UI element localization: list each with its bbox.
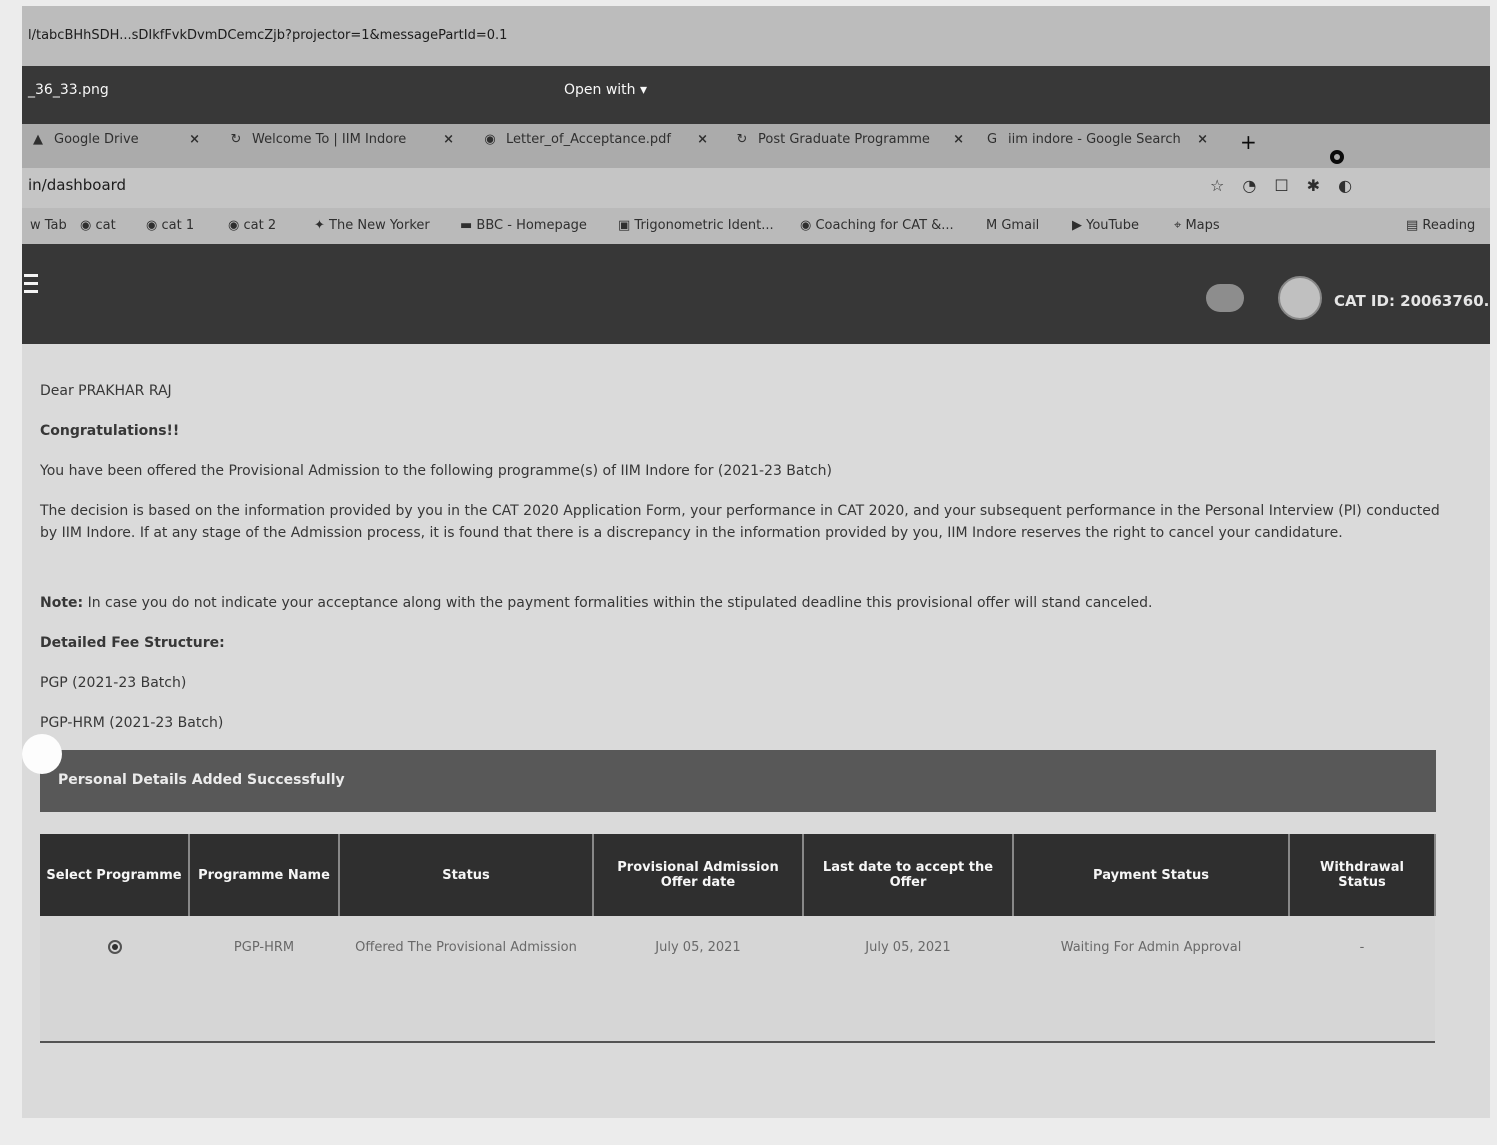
note-text: Note: In case you do not indicate your a… [40, 592, 1440, 614]
drive-icon: ▲ [33, 132, 43, 147]
tab-iim-indore[interactable]: ↻ Welcome To | IIM Indore × [228, 132, 454, 162]
bookmark-item[interactable]: ▶ YouTube [1072, 218, 1139, 233]
screenshot-photocopy: l/tabcBHhSDH...sDIkfFvkDvmDCemcZjb?proje… [22, 6, 1490, 1118]
puzzle-icon[interactable]: ✱ [1307, 176, 1338, 195]
image-viewer-bar: _36_33.png Open with ▾ [22, 66, 1490, 124]
table-row: PGP-HRM Offered The Provisional Admissio… [40, 916, 1435, 1043]
bookmark-item[interactable]: ◉ cat 1 [146, 218, 194, 233]
programme-name-cell: PGP-HRM [189, 916, 339, 1043]
tab-letter-pdf[interactable]: ◉ Letter_of_Acceptance.pdf × [482, 132, 708, 162]
bookmark-item[interactable]: ✦ The New Yorker [314, 218, 430, 233]
close-icon[interactable]: × [189, 132, 200, 147]
window-icon[interactable]: ☐ [1274, 176, 1306, 195]
payment-status-cell: Waiting For Admin Approval [1013, 916, 1289, 1043]
tab-label: Letter_of_Acceptance.pdf [506, 132, 671, 147]
bookmark-item[interactable]: ⌖ Maps [1174, 218, 1220, 233]
globe-icon: ◉ [484, 132, 496, 147]
congratulations-heading: Congratulations!! [40, 423, 180, 439]
tab-google-drive[interactable]: ▲ Google Drive × [30, 132, 200, 162]
browser-url-strip: l/tabcBHhSDH...sDIkfFvkDvmDCemcZjb?proje… [22, 6, 1490, 66]
column-header: Withdrawal Status [1289, 834, 1436, 916]
success-message: Personal Details Added Successfully [58, 772, 345, 788]
cat-id-label: CAT ID: 20063760... [1334, 292, 1490, 310]
chat-icon[interactable] [1206, 284, 1244, 312]
new-tab-button[interactable]: + [1240, 130, 1257, 154]
column-header: Payment Status [1013, 834, 1290, 916]
close-icon[interactable]: × [1197, 132, 1208, 147]
tab-label: iim indore - Google Search [1008, 132, 1181, 147]
bookmark-item[interactable]: M Gmail [986, 218, 1039, 233]
browser-tab-strip: ▲ Google Drive × ↻ Welcome To | IIM Indore ×… [22, 124, 1490, 168]
offer-text: You have been offered the Provisional Ad… [40, 463, 833, 479]
top-url-text[interactable]: l/tabcBHhSDH...sDIkfFvkDvmDCemcZjb?proje… [28, 28, 507, 43]
column-header: Provisional Admission Offer date [593, 834, 804, 916]
note-body: In case you do not indicate your accepta… [87, 595, 1153, 611]
address-text[interactable]: in/dashboard [28, 176, 126, 194]
bookmark-item[interactable]: w Tab [30, 218, 67, 233]
last-date-cell: July 05, 2021 [803, 916, 1013, 1043]
toolbar-icons: ☆◔☐✱◐ [1210, 176, 1370, 195]
close-icon[interactable]: × [697, 132, 708, 147]
page-icon: ↻ [736, 132, 748, 147]
profile-icon[interactable]: ◐ [1338, 176, 1370, 195]
fee-structure-heading: Detailed Fee Structure: [40, 635, 225, 651]
withdrawal-status-cell: - [1289, 916, 1435, 1043]
column-header: Status [339, 834, 594, 916]
greeting: Dear PRAKHAR RAJ [40, 383, 172, 399]
bookmark-item[interactable]: ▬ BBC - Homepage [460, 218, 587, 233]
decision-text: The decision is based on the information… [40, 503, 1440, 541]
status-cell: Offered The Provisional Admission [339, 916, 593, 1043]
column-header: Last date to accept the Offer [803, 834, 1014, 916]
avatar[interactable] [1278, 276, 1322, 320]
star-icon[interactable]: ☆ [1210, 176, 1242, 195]
bookmark-item[interactable]: ◉ Coaching for CAT &... [800, 218, 954, 233]
note-label: Note: [40, 595, 84, 611]
page-icon: ↻ [230, 132, 242, 147]
viewer-filename: _36_33.png [28, 82, 109, 98]
tab-google-search[interactable]: Giim indore - Google Search × [984, 132, 1208, 162]
record-icon[interactable] [1330, 150, 1344, 164]
bookmark-item[interactable]: ▣ Trigonometric Ident... [618, 218, 774, 233]
select-cell [40, 916, 189, 1043]
tab-label: Post Graduate Programme [758, 132, 930, 147]
fee-link-pgp[interactable]: PGP (2021-23 Batch) [40, 672, 186, 694]
extension-icon[interactable]: ◔ [1242, 176, 1274, 195]
fee-link-pgp-hrm[interactable]: PGP-HRM (2021-23 Batch) [40, 712, 223, 734]
bookmark-item[interactable]: ▤ Reading [1406, 218, 1475, 233]
close-icon[interactable]: × [443, 132, 454, 147]
hole-punch-mark [22, 734, 62, 774]
programme-table: Select Programme Programme Name Status P… [40, 834, 1436, 1043]
address-bar[interactable]: in/dashboard ☆◔☐✱◐ [22, 168, 1490, 208]
tab-label: Google Drive [54, 132, 139, 147]
tab-pgp[interactable]: ↻ Post Graduate Programme × [734, 132, 964, 162]
close-icon[interactable]: × [953, 132, 964, 147]
dashboard-content: Dear PRAKHAR RAJ Congratulations!! You h… [22, 344, 1490, 1118]
table-header-row: Select Programme Programme Name Status P… [40, 834, 1436, 916]
offer-date-cell: July 05, 2021 [593, 916, 803, 1043]
programme-radio[interactable] [107, 940, 122, 954]
open-with-button[interactable]: Open with ▾ [564, 82, 647, 98]
column-header: Select Programme [40, 834, 190, 916]
success-banner: Personal Details Added Successfully [40, 750, 1436, 812]
column-header: Programme Name [189, 834, 340, 916]
bookmark-item[interactable]: ◉ cat [80, 218, 116, 233]
bookmark-item[interactable]: ◉ cat 2 [228, 218, 276, 233]
portal-header: CAT ID: 20063760... [22, 244, 1490, 344]
tab-label: Welcome To | IIM Indore [252, 132, 407, 147]
menu-icon[interactable] [24, 274, 38, 298]
google-icon: G [986, 132, 998, 147]
bookmarks-bar: w Tab ◉ cat ◉ cat 1 ◉ cat 2 ✦ The New Yo… [22, 208, 1490, 244]
